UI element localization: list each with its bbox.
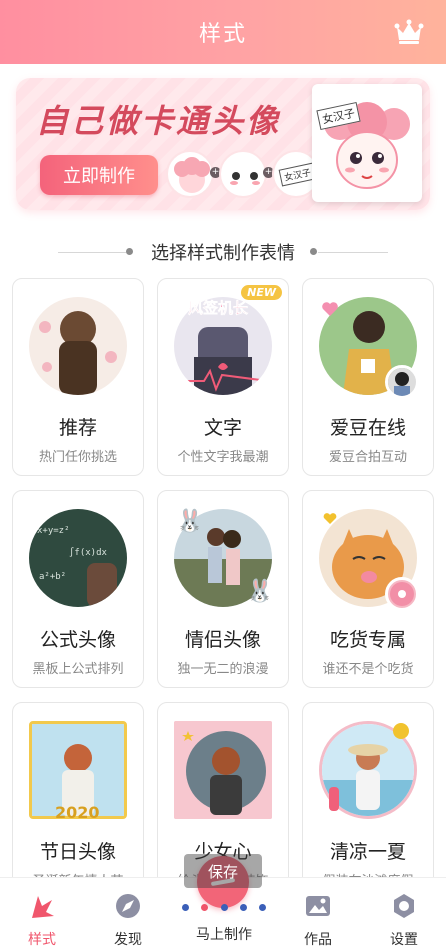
- card-subtitle: 爱豆合拍互动: [328, 450, 407, 465]
- svg-text:x+y=z²: x+y=z²: [37, 526, 70, 536]
- svg-text:a²+b²: a²+b²: [39, 572, 66, 582]
- style-card-holiday[interactable]: 2020 节日头像 圣诞新年情人节: [12, 702, 144, 900]
- style-card-formula[interactable]: x+y=z² ∫f(x)dx a²+b² 公式头像 黑板上公式排列: [12, 490, 144, 688]
- style-card-couple[interactable]: 🐰 🐰 情侣头像 独一无二的浪漫: [157, 490, 289, 688]
- formula-thumbnail: x+y=z² ∫f(x)dx a²+b²: [29, 509, 127, 607]
- crown-icon[interactable]: [394, 19, 424, 45]
- donut-icon: [385, 577, 419, 611]
- tab-settings[interactable]: 设置: [374, 878, 434, 947]
- recommend-thumbnail: [29, 297, 127, 395]
- save-tooltip: 保存: [184, 854, 262, 888]
- tab-style[interactable]: 样式: [12, 878, 72, 947]
- idol-avatar: [385, 365, 419, 399]
- card-subtitle: 个性文字我最潮: [177, 450, 269, 465]
- heart-icon: [323, 513, 337, 524]
- cartoon-step-1: [166, 150, 214, 198]
- card-title: 推荐: [58, 417, 97, 439]
- svg-text:∫f(x)dx: ∫f(x)dx: [69, 547, 108, 558]
- popsicle-icon: [329, 787, 339, 811]
- card-title: 清凉一夏: [329, 841, 406, 863]
- page-title: 样式: [198, 22, 247, 47]
- sun-icon: [393, 723, 409, 739]
- card-title: 爱豆在线: [329, 417, 406, 439]
- heart-icon: [322, 302, 338, 316]
- cartoon-result-card: 女汉子: [312, 84, 422, 202]
- card-subtitle: 黑板上公式排列: [32, 662, 124, 677]
- divider-dot: [310, 248, 317, 255]
- discover-icon: [116, 894, 140, 918]
- card-title: 吃货专属: [329, 629, 406, 651]
- tab-label: 作品: [304, 932, 332, 947]
- make-now-button[interactable]: 立即制作: [40, 155, 158, 195]
- tab-label: 马上制作: [196, 927, 252, 943]
- works-icon: [306, 896, 330, 916]
- style-card-recommend[interactable]: 推荐 热门任你挑选: [12, 278, 144, 476]
- bunny-icon: 🐰: [176, 509, 204, 534]
- new-badge: NEW: [241, 285, 282, 300]
- card-subtitle: 谁还不是个吃货: [322, 662, 414, 677]
- card-subtitle: 热门任你挑选: [38, 450, 117, 465]
- style-card-summer[interactable]: 清凉一夏 假装在沙滩度假: [302, 702, 434, 900]
- app-header: 样式: [0, 0, 446, 64]
- style-card-text[interactable]: 风签机长 NEW 文字 个性文字我最潮: [157, 278, 289, 476]
- tab-works[interactable]: 作品: [288, 878, 348, 947]
- card-title: 公式头像: [39, 629, 116, 651]
- style-card-foodie[interactable]: 吃货专属 谁还不是个吃货: [302, 490, 434, 688]
- card-title: 节日头像: [39, 841, 116, 863]
- divider: [318, 252, 388, 253]
- cartoon-step-2: [219, 150, 267, 198]
- tab-label: 样式: [28, 932, 56, 947]
- year-overlay: 2020: [55, 803, 100, 822]
- loading-dots: [182, 904, 266, 912]
- card-title: 文字: [203, 417, 242, 439]
- text-overlay: 风签机长: [188, 299, 249, 318]
- tab-discover[interactable]: 发现: [98, 878, 158, 947]
- card-subtitle: 独一无二的浪漫: [177, 662, 269, 677]
- promo-banner[interactable]: 自己做卡通头像 立即制作 + + 女汉子 = 女汉子: [16, 78, 430, 210]
- tab-label: 设置: [390, 932, 418, 947]
- bunny-icon: 🐰: [246, 579, 274, 604]
- banner-title: 自己做卡通头像: [36, 102, 282, 140]
- style-card-idol[interactable]: 爱豆在线 爱豆合拍互动: [302, 278, 434, 476]
- style-icon: [32, 896, 54, 918]
- girly-thumbnail: [174, 721, 272, 819]
- settings-icon: [394, 894, 414, 918]
- card-title: 情侣头像: [184, 629, 261, 651]
- tab-label: 发现: [114, 932, 142, 947]
